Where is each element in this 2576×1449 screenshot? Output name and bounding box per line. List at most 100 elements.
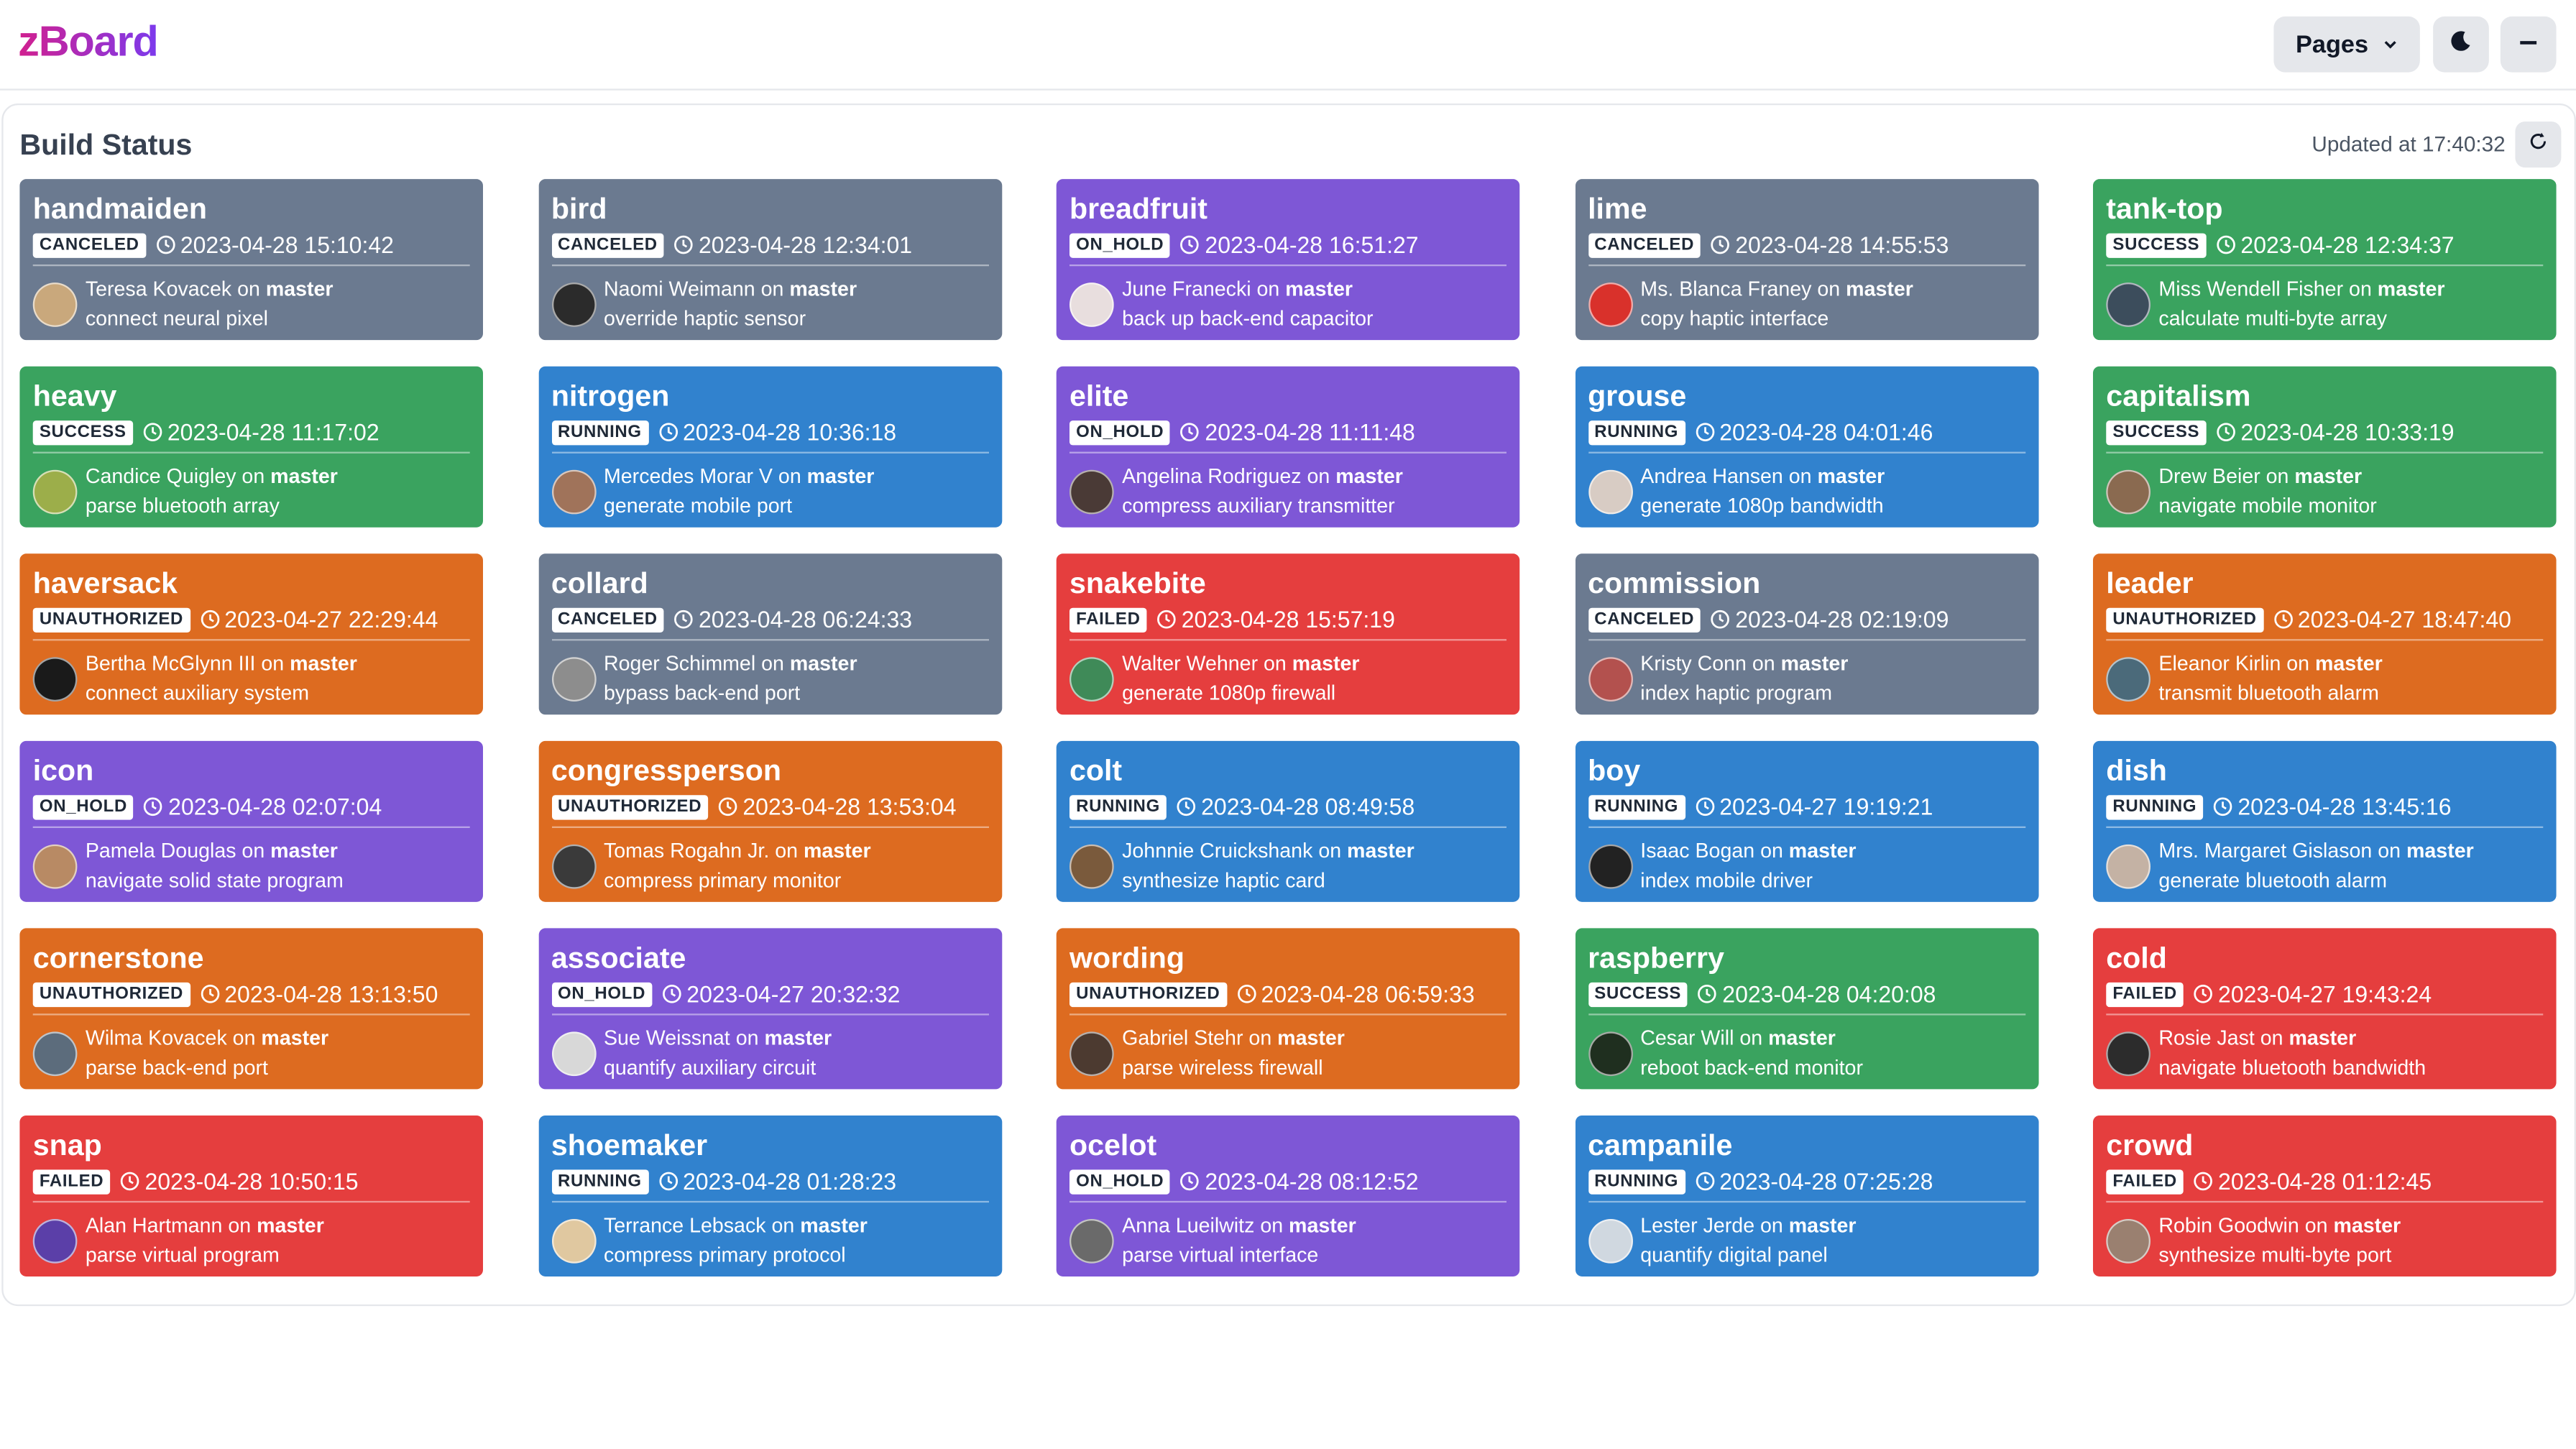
build-card[interactable]: boy RUNNING 2023-04-27 19:19:21 Isaac Bo… xyxy=(1574,740,2038,902)
commit-message: synthesize multi-byte port xyxy=(2158,1243,2392,1267)
status-badge: RUNNING xyxy=(1588,419,1685,445)
build-card[interactable]: dish RUNNING 2023-04-28 13:45:16 Mrs. Ma… xyxy=(2092,740,2557,902)
project-name: lime xyxy=(1588,192,1647,226)
build-timestamp: 2023-04-28 04:01:46 xyxy=(1719,418,1933,446)
build-card[interactable]: grouse RUNNING 2023-04-28 04:01:46 Andre… xyxy=(1574,366,2038,528)
author-name: Andrea Hansen xyxy=(1640,464,1783,488)
status-badge: UNAUTHORIZED xyxy=(2106,607,2263,632)
commit-info: June Franecki on master back up back-end… xyxy=(1069,275,1506,334)
author-line: Alan Hartmann on master xyxy=(86,1211,324,1241)
commit-message: quantify auxiliary circuit xyxy=(603,1056,816,1080)
on-text: on xyxy=(755,277,790,301)
build-card[interactable]: shoemaker RUNNING 2023-04-28 01:28:23 Te… xyxy=(538,1115,1002,1276)
build-card[interactable]: handmaiden CANCELED 2023-04-28 15:10:42 … xyxy=(19,179,483,341)
build-timestamp: 2023-04-28 15:10:42 xyxy=(180,231,394,258)
build-meta: ON_HOLD 2023-04-28 08:12:52 xyxy=(1069,1167,1506,1196)
avatar xyxy=(1588,469,1632,514)
build-meta: UNAUTHORIZED 2023-04-27 22:29:44 xyxy=(32,604,470,634)
build-meta: UNAUTHORIZED 2023-04-28 13:53:04 xyxy=(551,792,988,822)
build-card[interactable]: wording UNAUTHORIZED 2023-04-28 06:59:33… xyxy=(1056,928,1520,1090)
author-line: Andrea Hansen on master xyxy=(1640,461,1885,491)
avatar xyxy=(2106,656,2150,701)
branch-name: master xyxy=(1846,277,1913,301)
build-card[interactable]: collard CANCELED 2023-04-28 06:24:33 Rog… xyxy=(538,553,1002,715)
status-badge: RUNNING xyxy=(1588,794,1685,819)
build-card[interactable]: ocelot ON_HOLD 2023-04-28 08:12:52 Anna … xyxy=(1056,1115,1520,1276)
chevron-down-icon xyxy=(2381,30,2398,58)
project-name: heavy xyxy=(32,379,117,413)
build-meta: FAILED 2023-04-28 01:12:45 xyxy=(2106,1167,2543,1196)
build-card[interactable]: leader UNAUTHORIZED 2023-04-27 18:47:40 … xyxy=(2092,553,2557,715)
commit-info: Miss Wendell Fisher on master calculate … xyxy=(2106,275,2543,334)
clock-icon xyxy=(120,1172,139,1191)
build-card[interactable]: haversack UNAUTHORIZED 2023-04-27 22:29:… xyxy=(19,553,483,715)
build-card[interactable]: tank-top SUCCESS 2023-04-28 12:34:37 Mis… xyxy=(2092,179,2557,341)
commit-info: Anna Lueilwitz on master parse virtual i… xyxy=(1069,1211,1506,1270)
clock-icon xyxy=(143,422,162,441)
project-name: handmaiden xyxy=(32,192,208,226)
refresh-button[interactable] xyxy=(2515,121,2562,168)
project-name: grouse xyxy=(1588,379,1687,413)
branch-name: master xyxy=(1335,464,1403,488)
build-meta: FAILED 2023-04-27 19:43:24 xyxy=(2106,979,2543,1008)
author-name: Johnnie Cruickshank xyxy=(1122,839,1313,862)
build-card[interactable]: bird CANCELED 2023-04-28 12:34:01 Naomi … xyxy=(538,179,1002,341)
build-card[interactable]: crowd FAILED 2023-04-28 01:12:45 Robin G… xyxy=(2092,1115,2557,1276)
build-card[interactable]: snakebite FAILED 2023-04-28 15:57:19 Wal… xyxy=(1056,553,1520,715)
build-card[interactable]: cold FAILED 2023-04-27 19:43:24 Rosie Ja… xyxy=(2092,928,2557,1090)
build-timestamp: 2023-04-28 06:59:33 xyxy=(1261,980,1475,1008)
divider xyxy=(2106,639,2544,641)
build-card[interactable]: icon ON_HOLD 2023-04-28 02:07:04 Pamela … xyxy=(19,740,483,902)
build-card[interactable]: cornerstone UNAUTHORIZED 2023-04-28 13:1… xyxy=(19,928,483,1090)
project-name: tank-top xyxy=(2106,192,2223,226)
build-card[interactable]: raspberry SUCCESS 2023-04-28 04:20:08 Ce… xyxy=(1574,928,2038,1090)
commit-message: quantify digital panel xyxy=(1640,1243,1828,1267)
author-name: Teresa Kovacek xyxy=(85,277,232,301)
avatar xyxy=(551,469,596,514)
build-card[interactable]: campanile RUNNING 2023-04-28 07:25:28 Le… xyxy=(1574,1115,2038,1276)
commit-lines: Roger Schimmel on master bypass back-end… xyxy=(604,649,857,708)
on-text: on xyxy=(1251,277,1286,301)
on-text: on xyxy=(1734,1026,1769,1050)
minus-icon xyxy=(2518,30,2538,58)
build-card[interactable]: heavy SUCCESS 2023-04-28 11:17:02 Candic… xyxy=(19,366,483,528)
build-card[interactable]: lime CANCELED 2023-04-28 14:55:53 Ms. Bl… xyxy=(1574,179,2038,341)
author-name: Tomas Rogahn Jr. xyxy=(603,839,770,862)
commit-message: connect neural pixel xyxy=(85,307,268,331)
minimize-button[interactable] xyxy=(2500,16,2557,73)
avatar xyxy=(1588,656,1632,701)
project-name: commission xyxy=(1588,566,1761,600)
on-text: on xyxy=(2343,277,2378,301)
build-card[interactable]: breadfruit ON_HOLD 2023-04-28 16:51:27 J… xyxy=(1056,179,1520,341)
build-card[interactable]: snap FAILED 2023-04-28 10:50:15 Alan Har… xyxy=(19,1115,483,1276)
divider xyxy=(2106,264,2544,267)
commit-lines: Bertha McGlynn III on master connect aux… xyxy=(86,649,357,708)
panel-title: Build Status xyxy=(19,128,193,161)
build-card[interactable]: commission CANCELED 2023-04-28 02:19:09 … xyxy=(1574,553,2038,715)
build-timestamp: 2023-04-28 10:50:15 xyxy=(144,1168,359,1195)
theme-toggle-button[interactable] xyxy=(2433,16,2489,73)
commit-message: parse virtual interface xyxy=(1122,1243,1319,1267)
commit-info: Mercedes Morar V on master generate mobi… xyxy=(551,461,988,520)
clock-icon xyxy=(1711,610,1730,629)
build-card[interactable]: congressperson UNAUTHORIZED 2023-04-28 1… xyxy=(538,740,1002,902)
build-card[interactable]: associate ON_HOLD 2023-04-27 20:32:32 Su… xyxy=(538,928,1002,1090)
branch-name: master xyxy=(803,839,871,862)
author-line: Naomi Weimann on master xyxy=(604,275,857,304)
build-card[interactable]: capitalism SUCCESS 2023-04-28 10:33:19 D… xyxy=(2092,366,2557,528)
author-name: Mrs. Margaret Gislason xyxy=(2158,839,2373,862)
project-name: raspberry xyxy=(1588,941,1724,975)
build-card[interactable]: elite ON_HOLD 2023-04-28 11:11:48 Angeli… xyxy=(1056,366,1520,528)
author-line: Mrs. Margaret Gislason on master xyxy=(2158,836,2473,865)
build-timestamp: 2023-04-28 14:55:53 xyxy=(1735,231,1949,258)
on-text: on xyxy=(1754,1214,1789,1238)
pages-dropdown-button[interactable]: Pages xyxy=(2273,16,2420,73)
status-badge: FAILED xyxy=(32,1169,111,1194)
build-timestamp: 2023-04-28 15:57:19 xyxy=(1181,606,1395,632)
build-card[interactable]: nitrogen RUNNING 2023-04-28 10:36:18 Mer… xyxy=(538,366,1002,528)
build-card[interactable]: colt RUNNING 2023-04-28 08:49:58 Johnnie… xyxy=(1056,740,1520,902)
on-text: on xyxy=(1312,839,1348,862)
commit-lines: Tomas Rogahn Jr. on master compress prim… xyxy=(604,836,871,895)
app-logo[interactable]: zBoard xyxy=(18,17,159,68)
author-line: Terrance Lebsack on master xyxy=(604,1211,868,1241)
